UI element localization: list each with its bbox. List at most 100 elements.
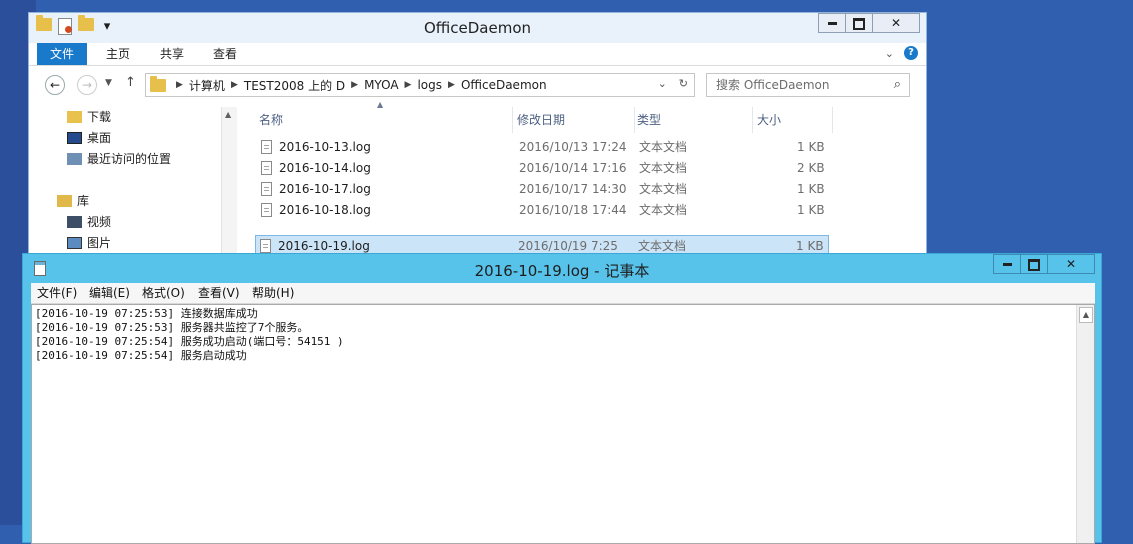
breadcrumb-item[interactable]: TEST2008 上的 D [244,77,345,94]
menu-format[interactable]: 格式(O) [142,283,185,303]
file-row[interactable]: 2016-10-13.log 2016/10/13 17:24 文本文档 1 K… [257,137,831,158]
file-type: 文本文档 [639,203,688,217]
search-icon[interactable]: ⌕ [894,74,901,96]
chevron-down-icon[interactable]: ⌄ [658,77,667,90]
forward-button[interactable]: → [77,75,97,95]
breadcrumb-item[interactable]: logs [417,78,442,92]
tab-home[interactable]: 主页 [93,43,143,65]
column-header-size[interactable]: 大小 [755,107,833,133]
menu-view[interactable]: 查看(V) [198,283,240,303]
tree-item-desktop[interactable]: 桌面 [67,128,111,148]
text-file-icon [260,239,271,253]
chevron-right-icon: ▶ [351,80,359,90]
tree-item-label: 库 [77,194,90,208]
minimize-button[interactable] [818,13,846,33]
file-size: 1 KB [797,182,825,196]
chevron-right-icon: ▶ [404,80,412,90]
folder-icon [150,75,166,92]
tree-item-downloads[interactable]: 下载 [67,107,111,127]
notepad-menu-bar: 文件(F) 编辑(E) 格式(O) 查看(V) 帮助(H) [31,283,1095,304]
tree-item-recent[interactable]: 最近访问的位置 [67,149,171,169]
notepad-text-area[interactable]: [2016-10-19 07:25:53] 连接数据库成功 [2016-10-19… [31,304,1095,544]
notepad-vertical-scrollbar[interactable]: ▲ [1076,305,1094,543]
explorer-window-title: OfficeDaemon [423,19,532,37]
navigation-pane-scrollbar[interactable]: ▲ [221,107,237,255]
menu-help[interactable]: 帮助(H) [252,283,294,303]
expand-ribbon-icon[interactable]: ⌄ [885,47,894,60]
file-name: 2016-10-13.log [279,140,371,154]
file-name: 2016-10-17.log [279,182,371,196]
tree-item-pictures[interactable]: 图片 [67,233,111,253]
file-row[interactable]: 2016-10-17.log 2016/10/17 14:30 文本文档 1 K… [257,179,831,200]
text-file-icon [261,203,272,217]
column-header-name[interactable]: 名称 [257,107,513,133]
back-button[interactable]: ← [45,75,65,95]
arrow-right-icon: → [81,78,93,92]
help-icon[interactable]: ? [904,46,918,60]
minimize-icon [827,22,837,25]
maximize-button[interactable] [845,13,873,33]
file-list: ▲ 名称 修改日期 类型 大小 2016-10-13.log 2016/10/1… [255,100,833,256]
file-size: 2 KB [797,161,825,175]
file-row[interactable]: 2016-10-18.log 2016/10/18 17:44 文本文档 1 K… [257,200,831,221]
chevron-right-icon: ▶ [230,80,238,90]
tab-share[interactable]: 共享 [147,43,197,65]
maximize-icon [853,17,865,30]
minimize-button[interactable] [993,254,1021,274]
explorer-window: ▾ OfficeDaemon ✕ 文件 主页 共享 查看 ⌄ ? ← → ▼ ↑… [28,12,927,256]
pictures-library-icon [67,237,82,249]
log-content: [2016-10-19 07:25:53] 连接数据库成功 [2016-10-19… [35,307,344,363]
file-type: 文本文档 [639,161,688,175]
file-size: 1 KB [797,203,825,217]
text-file-icon [261,140,272,154]
file-type: 文本文档 [639,140,688,154]
breadcrumb-item[interactable]: 计算机 [189,77,225,94]
close-button[interactable]: ✕ [1047,254,1095,274]
maximize-button[interactable] [1020,254,1048,274]
file-modified: 2016/10/13 17:24 [519,140,627,154]
arrow-left-icon: ← [49,78,61,92]
close-icon: ✕ [890,16,902,30]
log-line: [2016-10-19 07:25:53] 服务器共监控了7个服务。 [35,321,309,334]
address-bar[interactable]: ▶ 计算机 ▶ TEST2008 上的 D ▶ MYOA ▶ logs ▶ Of… [145,73,695,97]
tree-item-label: 视频 [87,215,112,229]
notepad-window-controls: ✕ [993,254,1095,274]
file-modified: 2016/10/18 17:44 [519,203,627,217]
tree-item-label: 图片 [87,236,112,250]
file-row[interactable]: 2016-10-14.log 2016/10/14 17:16 文本文档 2 K… [257,158,831,179]
up-arrow-icon[interactable]: ↑ [125,75,136,90]
tree-item-libraries[interactable]: 库 [57,191,89,211]
tree-item-label: 最近访问的位置 [87,152,172,166]
breadcrumb-item[interactable]: OfficeDaemon [461,78,547,92]
video-library-icon [67,216,82,228]
library-icon [57,195,72,207]
tab-view[interactable]: 查看 [200,43,250,65]
tab-file[interactable]: 文件 [37,43,88,65]
search-placeholder: 搜索 OfficeDaemon [716,78,830,92]
recent-locations-icon[interactable]: ▼ [105,78,112,88]
navigation-bar: ← → ▼ ↑ ▶ 计算机 ▶ TEST2008 上的 D ▶ MYOA ▶ l… [29,66,926,104]
column-header-type[interactable]: 类型 [635,107,753,133]
file-name: 2016-10-14.log [279,161,371,175]
close-button[interactable]: ✕ [872,13,920,33]
scroll-up-icon[interactable]: ▲ [225,110,231,119]
menu-file[interactable]: 文件(F) [37,283,77,303]
recent-places-icon [67,153,82,165]
tree-item-label: 桌面 [87,131,112,145]
tree-item-videos[interactable]: 视频 [67,212,111,232]
navigation-pane: 下载 桌面 最近访问的位置 库 视频 图片 [37,107,237,255]
notepad-window-title: 2016-10-19.log - 记事本 [474,262,650,280]
search-input[interactable]: 搜索 OfficeDaemon ⌕ [706,73,910,97]
desktop-icon [67,132,82,144]
column-header-modified[interactable]: 修改日期 [515,107,635,133]
breadcrumb-item[interactable]: MYOA [364,78,398,92]
scroll-up-icon[interactable]: ▲ [1079,307,1093,323]
file-modified: 2016/10/14 17:16 [519,161,627,175]
file-name: 2016-10-18.log [279,203,371,217]
chevron-right-icon: ▶ [176,80,183,90]
close-icon: ✕ [1065,257,1077,271]
menu-edit[interactable]: 编辑(E) [89,283,130,303]
refresh-icon[interactable]: ↻ [679,77,688,90]
log-line: [2016-10-19 07:25:54] 服务启动成功 [35,349,247,362]
explorer-window-controls: ✕ [818,13,920,33]
